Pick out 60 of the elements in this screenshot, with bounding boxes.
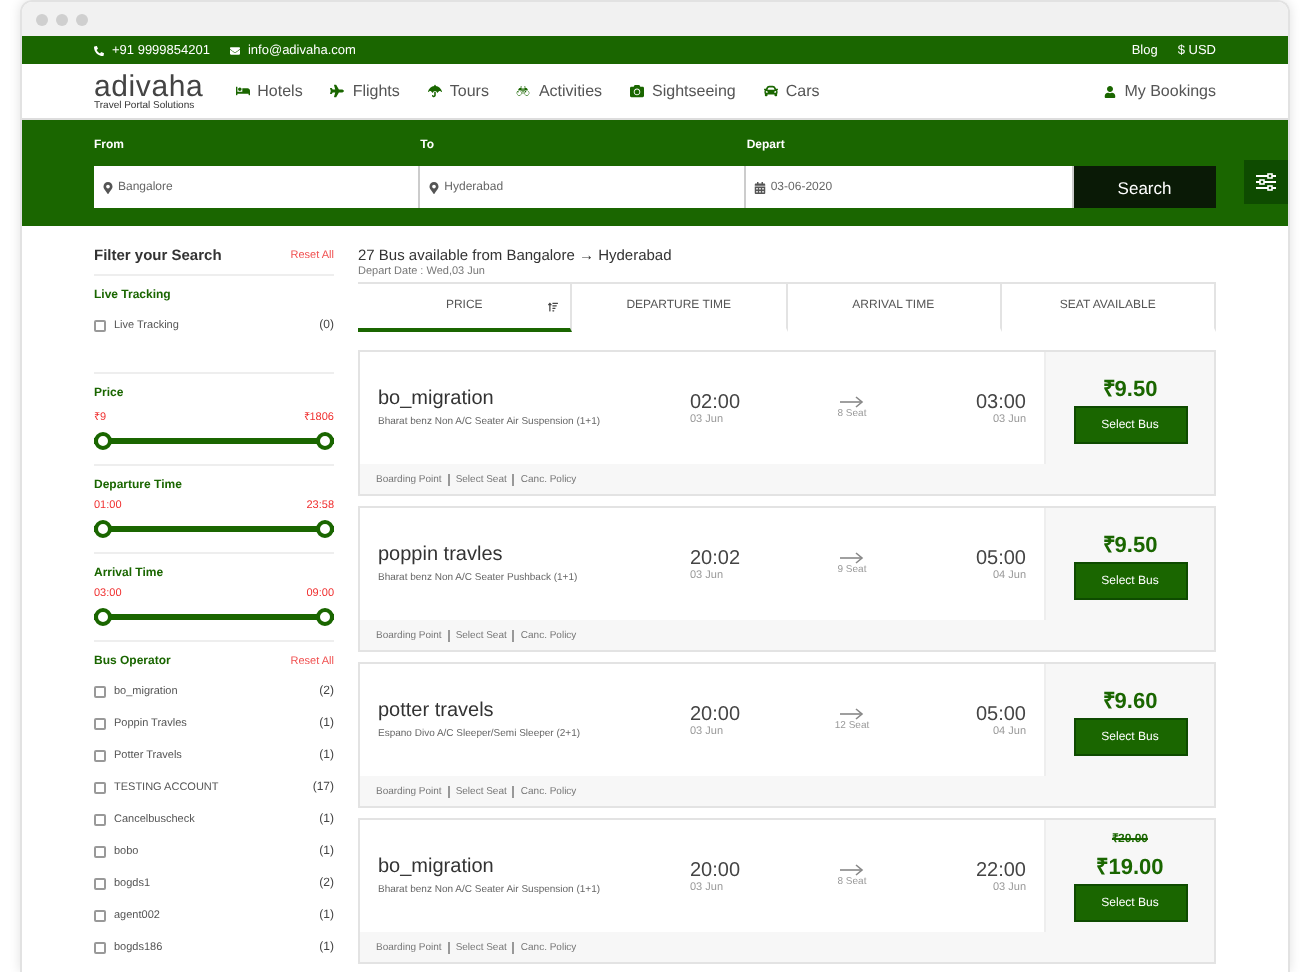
- nav-link[interactable]: Tours: [449, 82, 489, 100]
- search-button[interactable]: Search: [1073, 166, 1217, 208]
- bus-name: poppin travles: [378, 544, 505, 566]
- arrow-icon: [840, 396, 864, 408]
- departure-time: 02:00: [690, 391, 741, 413]
- sliders-icon: [1256, 172, 1276, 192]
- departure-time: 20:02: [690, 547, 741, 569]
- arrow-icon: [840, 864, 864, 876]
- price: ₹9.60: [1102, 688, 1158, 714]
- bus-name: potter travels: [378, 700, 496, 722]
- arrival-time: 05:00: [975, 547, 1026, 569]
- pin-icon: [102, 181, 114, 193]
- nav-link[interactable]: Sightseeing: [652, 82, 736, 100]
- range-slider[interactable]: [94, 520, 334, 538]
- arrow-icon: [840, 708, 864, 720]
- binoculars-icon: [516, 84, 531, 98]
- arrow-icon: [840, 552, 864, 564]
- checkbox[interactable]: [94, 718, 106, 730]
- arrival-time: 05:00: [975, 703, 1026, 725]
- price: ₹9.50: [1102, 376, 1158, 402]
- nav-link[interactable]: Flights: [352, 82, 400, 100]
- calendar-icon: [754, 181, 767, 193]
- departure-time: 20:00: [690, 703, 741, 725]
- arrival-time: 03:00: [975, 391, 1026, 413]
- camera-icon: [630, 84, 645, 98]
- checkbox[interactable]: [94, 910, 106, 922]
- range-slider[interactable]: [94, 608, 334, 626]
- phone-icon: [94, 45, 104, 55]
- window-dot-icon: [56, 13, 68, 25]
- user-icon: [1104, 85, 1117, 97]
- price: ₹9.50: [1102, 532, 1158, 558]
- checkbox[interactable]: [94, 942, 106, 954]
- bus-name: bo_migration: [378, 388, 496, 410]
- car-icon: [763, 84, 778, 98]
- checkbox[interactable]: [94, 878, 106, 890]
- filter-button[interactable]: [1244, 160, 1288, 204]
- nav-link[interactable]: Activities: [538, 82, 603, 100]
- arrival-time: 22:00: [975, 859, 1026, 881]
- nav-link[interactable]: Hotels: [257, 82, 303, 100]
- checkbox[interactable]: [94, 750, 106, 762]
- window-dot-icon: [36, 13, 48, 25]
- checkbox[interactable]: [94, 846, 106, 858]
- plane-icon: [330, 84, 345, 98]
- checkbox[interactable]: [94, 686, 106, 698]
- window-dot-icon: [76, 13, 88, 25]
- nav-link[interactable]: My Bookings: [1124, 82, 1216, 100]
- bus-name: bo_migration: [378, 856, 496, 878]
- checkbox[interactable]: [94, 782, 106, 794]
- bed-icon: [235, 84, 250, 98]
- price: ₹19.00: [1096, 854, 1164, 880]
- mail-icon: [229, 45, 240, 55]
- pin-icon: [428, 181, 441, 193]
- range-slider[interactable]: [94, 432, 334, 450]
- checkbox[interactable]: [94, 320, 106, 332]
- umbrella-icon: [427, 84, 442, 98]
- sort-icon: [548, 301, 559, 311]
- departure-time: 20:00: [690, 859, 741, 881]
- nav-link[interactable]: Cars: [785, 82, 820, 100]
- logo: adivaha: [94, 71, 204, 101]
- checkbox[interactable]: [94, 814, 106, 826]
